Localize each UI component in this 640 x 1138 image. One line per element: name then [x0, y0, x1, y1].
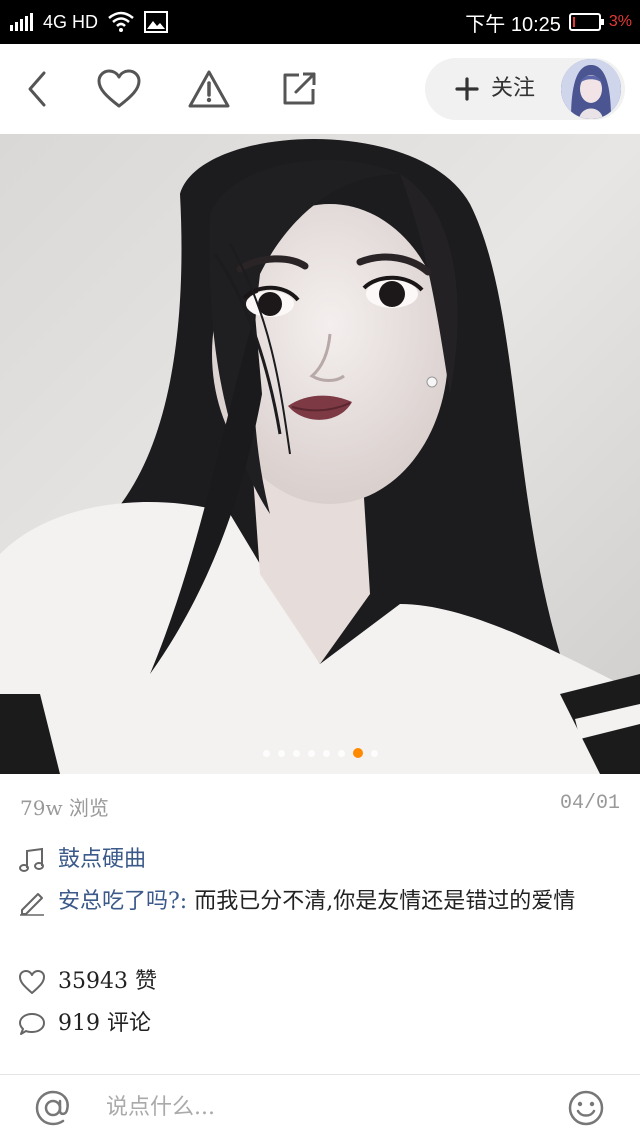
comment-input[interactable]: [106, 1085, 526, 1129]
like-button[interactable]: [94, 64, 144, 114]
portrait-illustration: [0, 134, 640, 774]
comment-bubble-icon: [19, 1013, 45, 1035]
caption-text: 安总吃了吗?: 而我已分不清,你是友情还是错过的爱情: [58, 882, 610, 922]
smiley-icon[interactable]: [567, 1089, 605, 1127]
follow-button[interactable]: 关注: [425, 58, 625, 120]
top-bar: 关注: [0, 44, 640, 134]
carousel-dot: [322, 749, 330, 757]
carousel-indicator: [0, 748, 640, 758]
carousel-dot-active: [352, 748, 363, 758]
status-right: 下午 10:25 3%: [465, 0, 632, 44]
post-date: 04/01: [559, 792, 620, 815]
caption-body: 而我已分不清,你是友情还是错过的爱情: [194, 889, 576, 914]
battery-icon: [568, 13, 604, 31]
pencil-icon: [20, 893, 44, 916]
comments-count: 919 评论: [58, 1011, 151, 1036]
network-label: 4G HD: [43, 11, 99, 32]
wifi-icon: [108, 11, 134, 32]
comment-bar: [0, 1075, 640, 1138]
report-button[interactable]: [184, 64, 234, 114]
carousel-dot: [370, 749, 378, 757]
back-button[interactable]: [12, 64, 62, 114]
warning-icon: [188, 70, 230, 108]
carousel-dot: [292, 749, 300, 757]
at-icon[interactable]: [34, 1089, 72, 1127]
caption-author[interactable]: 安总吃了吗?:: [58, 889, 187, 914]
post-photo[interactable]: [0, 134, 640, 774]
chevron-left-icon: [28, 71, 46, 107]
signal-icon: [10, 13, 33, 31]
share-icon: [283, 72, 316, 105]
music-note-icon: [19, 847, 44, 872]
comments-row[interactable]: 919 评论: [0, 1004, 640, 1044]
author-avatar[interactable]: [561, 59, 621, 119]
heart-outline-icon: [19, 970, 45, 994]
status-left: 4G HD: [10, 0, 169, 44]
follow-label: 关注: [491, 76, 536, 101]
carousel-dot: [277, 749, 285, 757]
status-bar: 4G HD 下午 10:25 3%: [0, 0, 640, 44]
share-button[interactable]: [274, 64, 324, 114]
music-row[interactable]: 鼓点硬曲: [0, 840, 640, 880]
carousel-dot: [337, 749, 345, 757]
heart-icon: [97, 69, 141, 108]
avatar-portrait: [561, 59, 621, 119]
carousel-dot: [262, 749, 270, 757]
caption-row: 安总吃了吗?: 而我已分不清,你是友情还是错过的爱情: [0, 882, 640, 962]
gallery-icon: [144, 11, 169, 33]
clock: 下午 10:25: [465, 13, 561, 36]
likes-row[interactable]: 35943 赞: [0, 962, 640, 1002]
meta-row: 79w 浏览 04/01: [0, 774, 640, 838]
plus-icon: [455, 77, 479, 101]
carousel-dot: [307, 749, 315, 757]
music-title[interactable]: 鼓点硬曲: [58, 840, 610, 880]
view-count: 79w 浏览: [20, 796, 109, 820]
likes-count: 35943 赞: [58, 969, 157, 994]
battery-percent: 3%: [608, 13, 632, 30]
